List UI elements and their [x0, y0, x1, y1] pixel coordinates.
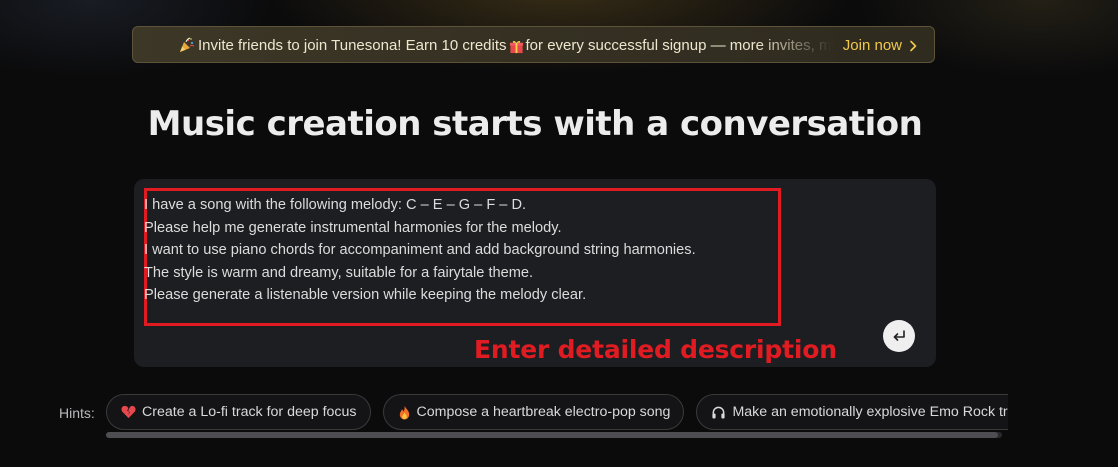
- prompt-line: I have a song with the following melody:…: [144, 197, 527, 213]
- prompt-input[interactable]: I have a song with the following melody:…: [144, 194, 696, 307]
- prompt-line: The style is warm and dreamy, suitable f…: [144, 264, 534, 281]
- hint-chip-electro-pop[interactable]: Compose a heartbreak electro-pop song: [382, 394, 685, 430]
- join-now-label: Join now: [842, 37, 902, 54]
- invite-banner[interactable]: Invite friends to join Tunesona! Earn 10…: [132, 26, 935, 63]
- prompt-line: Please help me generate instrumental har…: [144, 219, 562, 236]
- page-title: Music creation starts with a conversatio…: [147, 104, 923, 144]
- hint-chip-label: Create a Lo-fi track for deep focus: [142, 404, 357, 420]
- hints-scrollbar-thumb[interactable]: [106, 432, 998, 438]
- hint-chip-label: Compose a heartbreak electro-pop song: [416, 404, 671, 420]
- hints-label: Hints:: [59, 405, 95, 421]
- hint-chip-emo-rock[interactable]: Make an emotionally explosive Emo Rock t…: [696, 394, 1008, 430]
- annotation-label: Enter detailed description: [474, 335, 837, 364]
- hints-row: Create a Lo-fi track for deep focus Comp…: [106, 394, 1008, 430]
- hints-scrollbar[interactable]: [106, 432, 1002, 438]
- invite-banner-text-1: Invite friends to join Tunesona! Earn 10…: [198, 37, 507, 54]
- hint-chip-label: Make an emotionally explosive Emo Rock t…: [732, 404, 1008, 420]
- prompt-line: I want to use piano chords for accompani…: [144, 242, 696, 258]
- invite-banner-message: Invite friends to join Tunesona! Earn 10…: [179, 27, 934, 62]
- prompt-composer[interactable]: I have a song with the following melody:…: [134, 179, 936, 367]
- hint-chip-lofi[interactable]: Create a Lo-fi track for deep focus: [106, 394, 371, 430]
- headphones-icon: [712, 406, 726, 418]
- broken-heart-icon: [121, 405, 136, 419]
- join-now-link[interactable]: Join now: [822, 27, 918, 62]
- hints-scroll-area[interactable]: Create a Lo-fi track for deep focus Comp…: [106, 394, 1008, 434]
- fire-icon: [399, 404, 409, 420]
- send-button[interactable]: [883, 320, 915, 352]
- party-popper-icon: [180, 37, 195, 52]
- prompt-line: Please generate a listenable version whi…: [144, 287, 587, 303]
- enter-arrow-icon: [893, 330, 905, 341]
- chevron-right-icon: [910, 40, 917, 51]
- gift-icon: [509, 40, 523, 54]
